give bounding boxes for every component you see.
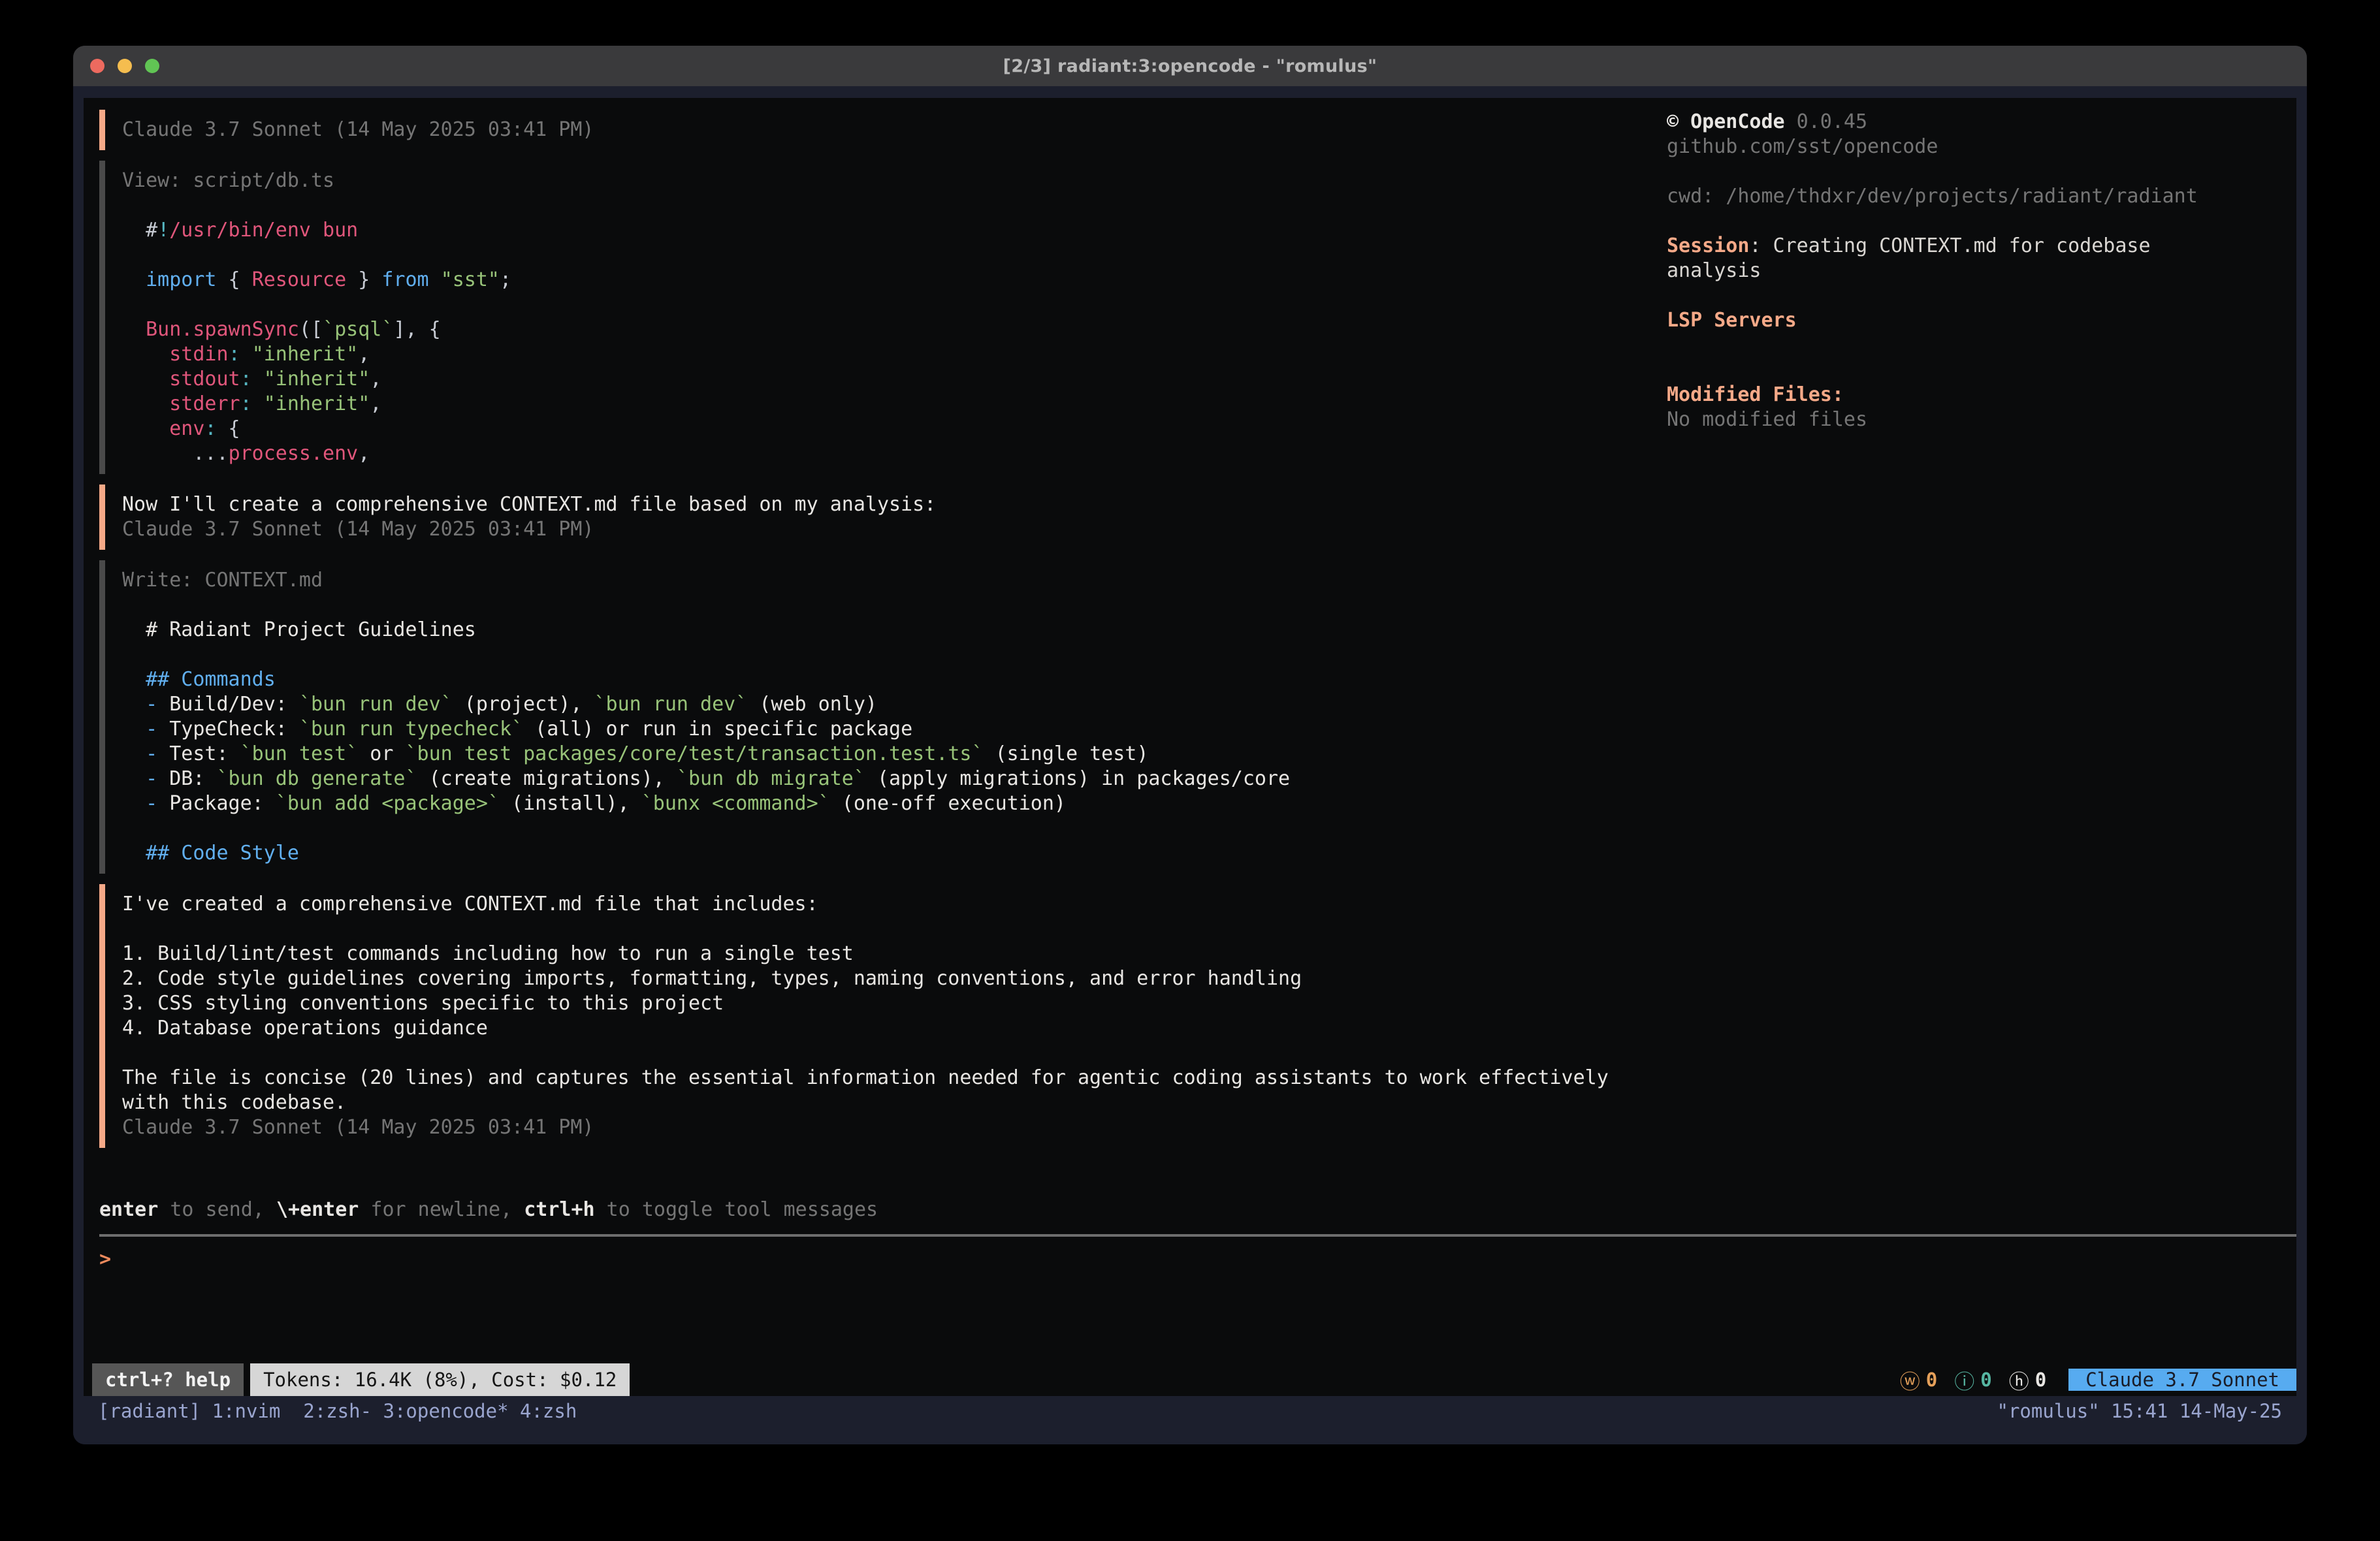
status-right-group: ⓦ0 ⓘ0 ⓗ0 Claude 3.7 Sonnet [1900,1363,2296,1396]
window-titlebar[interactable]: [2/3] radiant:3:opencode - "romulus" [73,46,2307,86]
assistant-meta-block: Claude 3.7 Sonnet (14 May 2025 03:41 PM) [99,110,1667,150]
terminal-body: Claude 3.7 Sonnet (14 May 2025 03:41 PM)… [73,86,2307,1444]
chat-area: Claude 3.7 Sonnet (14 May 2025 03:41 PM)… [99,110,1667,1158]
warning-count: 0 [1926,1369,1937,1391]
hint-circle-icon: ⓗ [2009,1365,2029,1395]
diagnostics-warnings: ⓦ0 [1900,1365,1937,1395]
zoom-window-button[interactable] [145,59,159,73]
tool-write-block: Write: CONTEXT.md # Radiant Project Guid… [99,560,1667,874]
tmux-host-clock: "romulus" 15:41 14-May-25 [1997,1400,2283,1422]
empty-space [84,1272,2296,1363]
status-bar: ctrl+? help Tokens: 16.4K (8%), Cost: $0… [92,1363,2296,1396]
hint-count: 0 [2035,1369,2046,1391]
close-window-button[interactable] [90,59,105,73]
traffic-lights [90,46,159,86]
session-sidebar: © OpenCode 0.0.45github.com/sst/opencode… [1667,110,2281,1158]
tmux-window-list[interactable]: [radiant] 1:nvim 2:zsh- 3:opencode* 4:zs… [98,1400,577,1422]
diagnostics-info: ⓘ0 [1954,1365,1991,1395]
input-area: enter to send, \+enter for newline, ctrl… [84,1198,2296,1272]
prompt-caret: > [99,1247,111,1272]
minimize-window-button[interactable] [118,59,132,73]
tool-view-block: View: script/db.ts #!/usr/bin/env bun im… [99,161,1667,474]
keybinding-hints: enter to send, \+enter for newline, ctrl… [99,1198,2296,1222]
warning-circle-icon: ⓦ [1900,1365,1920,1395]
opencode-tui: Claude 3.7 Sonnet (14 May 2025 03:41 PM)… [84,98,2296,1396]
assistant-message-block: Now I'll create a comprehensive CONTEXT.… [99,485,1667,550]
tokens-cost-badge: Tokens: 16.4K (8%), Cost: $0.12 [250,1363,630,1396]
info-count: 0 [1980,1369,1991,1391]
input-divider [99,1234,2296,1237]
info-circle-icon: ⓘ [1954,1365,1974,1395]
diagnostics-hints: ⓗ0 [2009,1365,2046,1395]
assistant-summary-block: I've created a comprehensive CONTEXT.md … [99,884,1667,1148]
main-row: Claude 3.7 Sonnet (14 May 2025 03:41 PM)… [84,98,2296,1158]
message-input[interactable] [111,1247,2296,1272]
tmux-status-bar: [radiant] 1:nvim 2:zsh- 3:opencode* 4:zs… [84,1396,2296,1426]
window-title: [2/3] radiant:3:opencode - "romulus" [1003,56,1377,76]
terminal-window: [2/3] radiant:3:opencode - "romulus" Cla… [73,46,2307,1444]
help-shortcut-badge: ctrl+? help [92,1363,244,1396]
prompt-row: > [99,1247,2296,1272]
model-badge: Claude 3.7 Sonnet [2068,1369,2296,1391]
